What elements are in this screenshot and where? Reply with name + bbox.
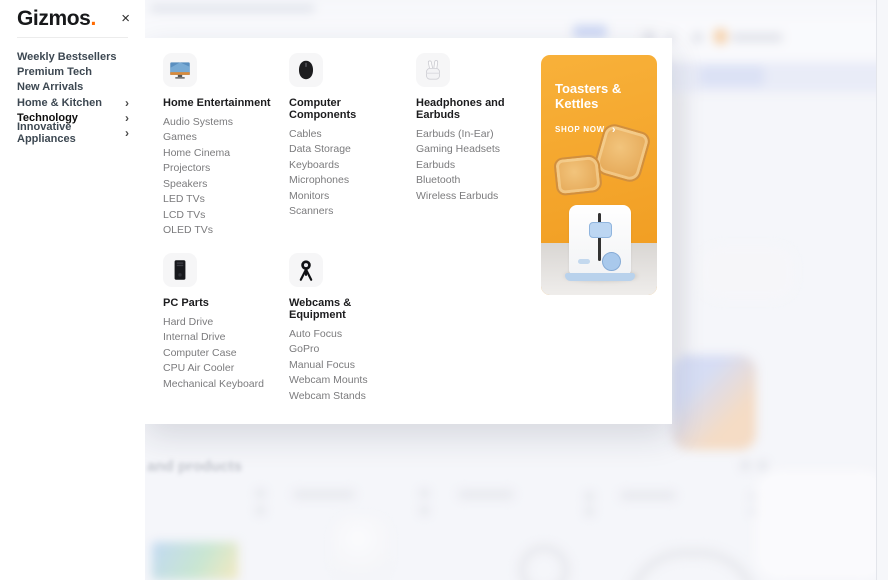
sidebar-item-label: Innovative Appliances bbox=[17, 121, 125, 145]
menu-link[interactable]: Gaming Headsets bbox=[416, 142, 538, 157]
category-thumbnail bbox=[289, 53, 323, 87]
promo-title-line2: Kettles bbox=[555, 96, 621, 111]
menu-link[interactable]: Internal Drive bbox=[163, 330, 285, 345]
category-thumbnail bbox=[163, 253, 197, 287]
category-title[interactable]: PC Parts bbox=[163, 297, 285, 309]
shop-now-label: SHOP NOW bbox=[555, 125, 605, 134]
sidebar-item-new-arrivals[interactable]: New Arrivals bbox=[17, 80, 129, 95]
menu-link[interactable]: Games bbox=[163, 130, 285, 145]
toast-image bbox=[553, 154, 603, 197]
menu-link[interactable]: OLED TVs bbox=[163, 223, 285, 238]
sidebar-item-label: Weekly Bestsellers bbox=[17, 51, 116, 63]
promo-banner-toasters-kettles[interactable]: Toasters & Kettles SHOP NOW › bbox=[541, 55, 657, 295]
menu-link[interactable]: Microphones bbox=[289, 173, 411, 188]
category-links: Earbuds (In-Ear)Gaming HeadsetsEarbudsBl… bbox=[416, 127, 538, 204]
page: and products Home Entertainment Audio Sy… bbox=[0, 0, 888, 580]
menu-link[interactable]: Webcam Stands bbox=[289, 389, 411, 404]
category-links: CablesData StorageKeyboardsMicrophonesMo… bbox=[289, 127, 411, 220]
pc-tower-icon bbox=[167, 257, 193, 283]
menu-link[interactable]: Audio Systems bbox=[163, 115, 285, 130]
toaster-knob bbox=[602, 252, 621, 271]
menu-link[interactable]: Data Storage bbox=[289, 142, 411, 157]
category-webcams-equipment: Webcams & Equipment Auto FocusGoProManua… bbox=[289, 253, 411, 404]
menu-link[interactable]: Bluetooth bbox=[416, 173, 538, 188]
sidebar-item-label: Home & Kitchen bbox=[17, 97, 102, 109]
menu-link[interactable]: Earbuds (In-Ear) bbox=[416, 127, 538, 142]
promo-title-line1: Toasters & bbox=[555, 81, 621, 96]
menu-link[interactable]: Keyboards bbox=[289, 158, 411, 173]
toaster-button bbox=[578, 259, 590, 264]
promo-title: Toasters & Kettles bbox=[555, 81, 621, 111]
category-thumbnail bbox=[289, 253, 323, 287]
category-links: Auto FocusGoProManual FocusWebcam Mounts… bbox=[289, 327, 411, 404]
close-icon[interactable]: × bbox=[119, 7, 132, 31]
menu-link[interactable]: Home Cinema bbox=[163, 146, 285, 161]
drawer-header: Gizmos. × bbox=[0, 0, 145, 31]
menu-link[interactable]: GoPro bbox=[289, 342, 411, 357]
sidebar-item-home-kitchen[interactable]: Home & Kitchen › bbox=[17, 95, 129, 110]
menu-link[interactable]: Manual Focus bbox=[289, 358, 411, 373]
menu-link[interactable]: Webcam Mounts bbox=[289, 373, 411, 388]
menu-drawer-sidebar: Gizmos. × Weekly Bestsellers Premium Tec… bbox=[0, 0, 145, 580]
earbuds-icon bbox=[420, 57, 446, 83]
chevron-right-icon: › bbox=[125, 111, 129, 125]
scrollbar-track[interactable] bbox=[877, 0, 888, 580]
sidebar-item-premium-tech[interactable]: Premium Tech bbox=[17, 64, 129, 79]
menu-link[interactable]: Wireless Earbuds bbox=[416, 189, 538, 204]
menu-link[interactable]: Speakers bbox=[163, 177, 285, 192]
category-title[interactable]: Home Entertainment bbox=[163, 97, 285, 109]
gizmos-logo[interactable]: Gizmos. bbox=[17, 7, 96, 31]
category-thumbnail bbox=[416, 53, 450, 87]
menu-link[interactable]: Hard Drive bbox=[163, 315, 285, 330]
category-computer-components: Computer Components CablesData StorageKe… bbox=[289, 53, 411, 220]
sidebar-item-innovative-appliances[interactable]: Innovative Appliances › bbox=[17, 125, 129, 140]
category-home-entertainment: Home Entertainment Audio SystemsGamesHom… bbox=[163, 53, 285, 239]
mega-menu-panel: Home Entertainment Audio SystemsGamesHom… bbox=[145, 38, 672, 424]
category-title[interactable]: Computer Components bbox=[289, 97, 411, 121]
sidebar-item-label: Premium Tech bbox=[17, 66, 92, 78]
menu-link[interactable]: Auto Focus bbox=[289, 327, 411, 342]
category-title[interactable]: Headphones and Earbuds bbox=[416, 97, 538, 121]
menu-link[interactable]: Scanners bbox=[289, 204, 411, 219]
tv-icon bbox=[167, 57, 193, 83]
webcam-icon bbox=[293, 257, 319, 283]
category-links: Audio SystemsGamesHome CinemaProjectorsS… bbox=[163, 115, 285, 239]
menu-link[interactable]: Mechanical Keyboard bbox=[163, 377, 285, 392]
sidebar-item-label: New Arrivals bbox=[17, 81, 83, 93]
chevron-right-icon: › bbox=[612, 126, 616, 134]
menu-link[interactable]: Projectors bbox=[163, 161, 285, 176]
mouse-icon bbox=[293, 57, 319, 83]
chevron-right-icon: › bbox=[125, 96, 129, 110]
category-pc-parts: PC Parts Hard DriveInternal DriveCompute… bbox=[163, 253, 285, 392]
category-headphones-earbuds: Headphones and Earbuds Earbuds (In-Ear)G… bbox=[416, 53, 538, 204]
logo-dot: . bbox=[90, 7, 95, 30]
menu-link[interactable]: Cables bbox=[289, 127, 411, 142]
drawer-nav: Weekly Bestsellers Premium Tech New Arri… bbox=[0, 38, 145, 141]
menu-link[interactable]: Monitors bbox=[289, 189, 411, 204]
sidebar-item-weekly-bestsellers[interactable]: Weekly Bestsellers bbox=[17, 49, 129, 64]
chevron-right-icon: › bbox=[125, 126, 129, 140]
shop-now-button[interactable]: SHOP NOW › bbox=[555, 125, 616, 134]
toaster-lever bbox=[589, 222, 612, 238]
menu-link[interactable]: Earbuds bbox=[416, 158, 538, 173]
menu-link[interactable]: LCD TVs bbox=[163, 208, 285, 223]
category-title[interactable]: Webcams & Equipment bbox=[289, 297, 411, 321]
toaster-base bbox=[565, 273, 635, 281]
category-links: Hard DriveInternal DriveComputer CaseCPU… bbox=[163, 315, 285, 392]
logo-text: Gizmos bbox=[17, 7, 90, 30]
toaster-image bbox=[569, 205, 631, 275]
page-edge-divider bbox=[876, 0, 877, 580]
category-thumbnail bbox=[163, 53, 197, 87]
menu-link[interactable]: LED TVs bbox=[163, 192, 285, 207]
menu-link[interactable]: CPU Air Cooler bbox=[163, 361, 285, 376]
menu-link[interactable]: Computer Case bbox=[163, 346, 285, 361]
